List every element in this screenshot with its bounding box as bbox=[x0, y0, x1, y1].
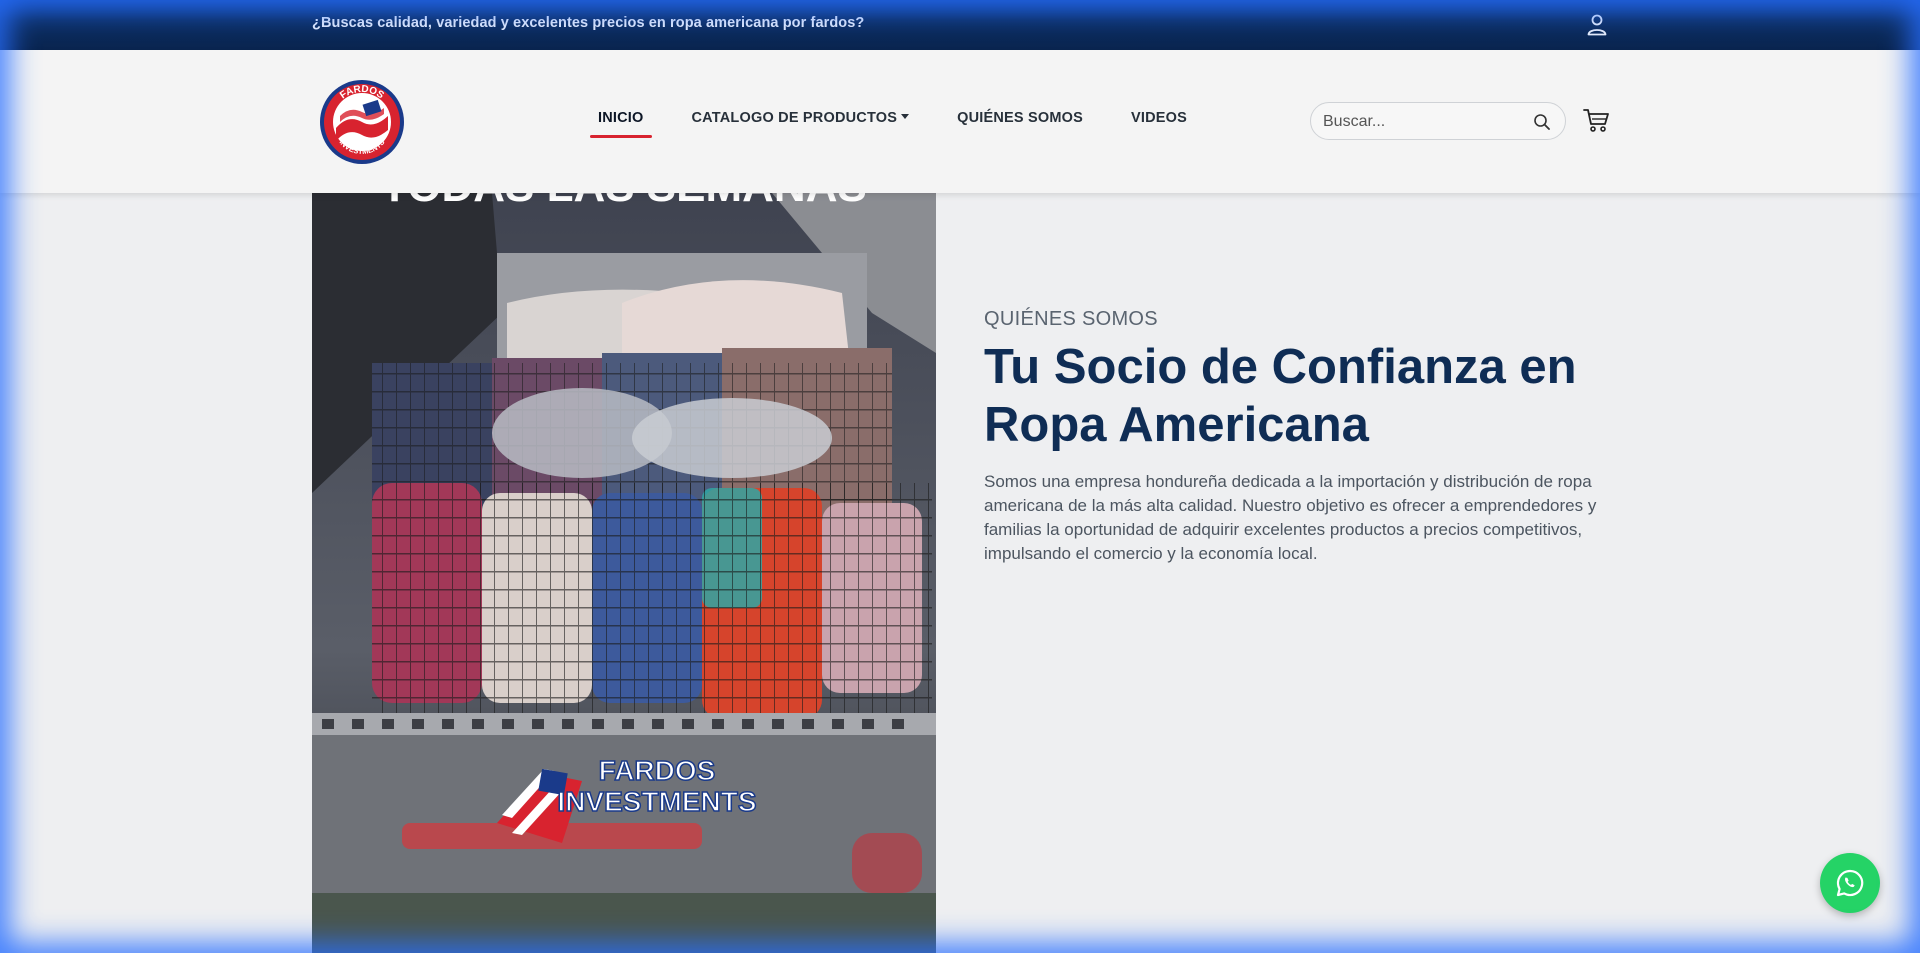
main-header: FARDOS INVESTMENTS INICIO CATALOGO DE PR… bbox=[0, 50, 1920, 193]
whatsapp-icon bbox=[1836, 869, 1864, 897]
nav-item-catalogo[interactable]: CATALOGO DE PRODUCTOS bbox=[684, 110, 918, 138]
nav-item-videos[interactable]: VIDEOS bbox=[1123, 110, 1195, 138]
promo-text: ¿Buscas calidad, variedad y excelentes p… bbox=[312, 15, 865, 31]
image-banner-text: TODAS LAS SEMANAS bbox=[381, 193, 867, 211]
nav-label: QUIÉNES SOMOS bbox=[957, 110, 1083, 126]
search-input[interactable] bbox=[1323, 111, 1523, 133]
section-kicker: QUIÉNES SOMOS bbox=[984, 308, 1158, 330]
image-logo-line1: FARDOS bbox=[599, 755, 716, 786]
caret-down-icon bbox=[901, 114, 910, 119]
section-title: Tu Socio de Confianza en Ropa Americana bbox=[984, 340, 1577, 452]
user-icon[interactable] bbox=[1586, 13, 1608, 37]
nav-label: VIDEOS bbox=[1130, 110, 1187, 126]
nav-item-inicio[interactable]: INICIO bbox=[590, 110, 652, 138]
top-promo-bar: ¿Buscas calidad, variedad y excelentes p… bbox=[0, 0, 1920, 50]
nav-item-quienes-somos[interactable]: QUIÉNES SOMOS bbox=[949, 110, 1091, 138]
main-nav: INICIO CATALOGO DE PRODUCTOS QUIÉNES SOM… bbox=[590, 110, 1227, 138]
cart-icon[interactable] bbox=[1582, 106, 1610, 134]
search-icon[interactable] bbox=[1533, 113, 1551, 131]
whatsapp-button[interactable] bbox=[1820, 853, 1880, 913]
image-logo-line2: INVESTMENTS bbox=[557, 786, 756, 817]
section-description: Somos una empresa hondureña dedicada a l… bbox=[984, 472, 1597, 563]
hero-image: TODAS LAS SEMANAS FARDOS INVESTMENTS bbox=[312, 193, 936, 953]
nav-label: INICIO bbox=[598, 110, 644, 126]
search-box bbox=[1310, 102, 1566, 140]
nav-label: CATALOGO DE PRODUCTOS bbox=[691, 110, 898, 126]
brand-logo[interactable]: FARDOS INVESTMENTS bbox=[318, 78, 406, 166]
